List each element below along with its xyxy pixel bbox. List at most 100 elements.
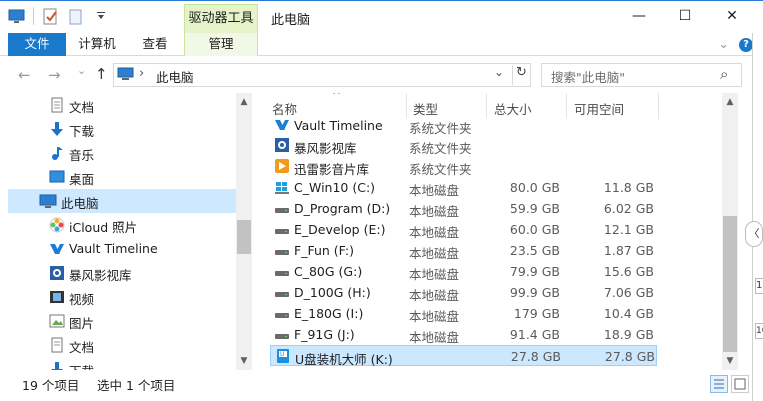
search-input[interactable]: 搜索"此电脑" — [551, 67, 625, 86]
nav-scrollbar-thumb[interactable] — [237, 220, 251, 254]
drive-icon — [274, 305, 290, 321]
item-free-space: 7.06 GB — [603, 285, 654, 300]
nav-item-label: 下载 — [69, 124, 95, 139]
item-free-space: 18.9 GB — [603, 327, 654, 342]
recent-locations-dropdown[interactable]: ⌄ — [77, 64, 86, 77]
nav-item-icloud-photos[interactable]: iCloud 照片 — [8, 213, 236, 237]
path-separator-icon[interactable]: › — [139, 66, 144, 81]
maximize-button[interactable]: ☐ — [662, 1, 708, 31]
item-name: D_Program (D:) — [294, 201, 391, 216]
svg-text:U: U — [280, 351, 284, 358]
item-name: E_Develop (E:) — [294, 222, 386, 237]
list-item[interactable]: Vault Timeline 系统文件夹 — [270, 115, 657, 136]
background-field: 1 — [755, 278, 763, 294]
item-free-space: 27.8 GB — [604, 349, 655, 364]
list-item[interactable]: D_Program (D:) 本地磁盘 59.9 GB 6.02 GB — [270, 198, 657, 219]
nav-item-label: 音乐 — [69, 148, 95, 163]
navigation-pane: 文档 下载 音乐 桌面 此电脑 iCloud 照片 Vault Timeline… — [8, 93, 252, 370]
list-item[interactable]: F_91G (J:) 本地磁盘 91.4 GB 18.9 GB — [270, 324, 657, 345]
item-name: 暴风影视库 — [294, 141, 357, 156]
list-item[interactable]: C_80G (G:) 本地磁盘 79.9 GB 15.6 GB — [270, 261, 657, 282]
item-name: 迅雷影音片库 — [294, 162, 370, 177]
nav-item-documents[interactable]: 文档 — [8, 333, 236, 357]
item-name: F_Fun (F:) — [294, 243, 354, 258]
address-path[interactable]: 此电脑 — [156, 67, 194, 86]
drive-icon — [274, 242, 290, 258]
item-free-space: 11.8 GB — [603, 180, 654, 195]
item-type: 系统文件夹 — [409, 141, 472, 156]
nav-item-downloads[interactable]: 下载 — [8, 357, 236, 370]
title-bar: 驱动器工具 此电脑 — ☐ ✕ — [0, 0, 763, 34]
background-window-edge: 〈 1 10 — [745, 33, 763, 401]
item-free-space: 15.6 GB — [603, 264, 654, 279]
drive-icon — [274, 263, 290, 279]
tab-manage[interactable]: 管理 — [184, 33, 258, 56]
list-item[interactable]: 迅雷影音片库 系统文件夹 — [270, 156, 657, 177]
nav-item-downloads[interactable]: 下载 — [8, 117, 236, 141]
windows-drive-icon — [274, 179, 290, 195]
nav-item-label: 此电脑 — [61, 196, 99, 211]
music-icon — [49, 145, 65, 161]
sort-ascending-icon: ^ — [332, 93, 342, 102]
help-icon[interactable]: ? — [739, 37, 753, 52]
large-icons-view-button[interactable] — [731, 375, 749, 393]
forward-button[interactable]: → — [48, 66, 61, 84]
nav-item-label: 图片 — [69, 316, 95, 331]
nav-item-videos[interactable]: 视频 — [8, 285, 236, 309]
search-icon[interactable]: ⌕ — [720, 65, 728, 83]
details-view-button[interactable] — [710, 375, 728, 393]
back-button[interactable]: ← — [18, 66, 31, 84]
item-type: 本地磁盘 — [409, 267, 460, 282]
baofeng-library-icon — [274, 137, 290, 153]
vault-timeline-icon — [274, 117, 290, 133]
close-button[interactable]: ✕ — [709, 1, 755, 31]
context-tab-drive-tools: 驱动器工具 — [184, 4, 258, 34]
documents-icon — [49, 337, 65, 353]
list-item[interactable]: 暴风影视库 系统文件夹 — [270, 135, 657, 156]
expand-ribbon-icon[interactable]: ⌄ — [718, 37, 729, 52]
nav-item-baofeng-library[interactable]: 暴风影视库 — [8, 261, 236, 285]
properties-icon[interactable] — [42, 8, 59, 25]
tab-computer[interactable]: 计算机 — [70, 33, 124, 56]
scroll-down-icon[interactable]: ▼ — [236, 356, 252, 366]
this-pc-icon[interactable] — [8, 8, 25, 25]
minimize-button[interactable]: — — [616, 1, 662, 31]
item-total-size: 27.8 GB — [510, 349, 561, 364]
drive-icon — [274, 284, 290, 300]
drive-icon — [274, 326, 290, 342]
nav-item-pictures[interactable]: 图片 — [8, 309, 236, 333]
refresh-button[interactable]: ↻ — [512, 65, 530, 85]
item-total-size: 79.9 GB — [509, 264, 560, 279]
quick-access-toolbar — [8, 7, 109, 25]
list-item[interactable]: F_Fun (F:) 本地磁盘 23.5 GB 1.87 GB — [270, 240, 657, 261]
tab-view[interactable]: 查看 — [128, 33, 182, 56]
drive-icon — [274, 200, 290, 216]
scroll-up-icon[interactable]: ▲ — [722, 97, 738, 107]
list-item[interactable]: E_Develop (E:) 本地磁盘 60.0 GB 12.1 GB — [270, 219, 657, 240]
up-button[interactable]: ↑ — [95, 65, 108, 83]
item-name: C_80G (G:) — [294, 264, 363, 279]
nav-item-music[interactable]: 音乐 — [8, 141, 236, 165]
nav-item-this-pc[interactable]: 此电脑 — [8, 189, 236, 213]
customize-toolbar-icon[interactable] — [92, 8, 109, 25]
list-item[interactable]: E_180G (I:) 本地磁盘 179 GB 10.4 GB — [270, 303, 657, 324]
nav-item-desktop[interactable]: 桌面 — [8, 165, 236, 189]
tab-file[interactable]: 文件 — [8, 33, 66, 56]
scroll-up-icon[interactable]: ▲ — [236, 97, 252, 107]
new-folder-icon[interactable] — [67, 8, 84, 25]
nav-item-vault-timeline[interactable]: Vault Timeline — [8, 237, 236, 261]
downloads-icon — [49, 121, 65, 137]
list-item[interactable]: C_Win10 (C:) 本地磁盘 80.0 GB 11.8 GB — [270, 177, 657, 198]
nav-item-documents[interactable]: 文档 — [8, 93, 236, 117]
item-type: 本地磁盘 — [409, 309, 460, 324]
list-item-selected[interactable]: U U盘装机大师 (K:) 27.8 GB 27.8 GB — [270, 345, 657, 367]
content-scrollbar-thumb[interactable] — [723, 216, 737, 352]
vault-timeline-icon — [49, 241, 65, 257]
expand-pane-icon[interactable]: 〈 — [745, 221, 763, 247]
list-item[interactable]: D_100G (H:) 本地磁盘 99.9 GB 7.06 GB — [270, 282, 657, 303]
address-dropdown-icon[interactable]: ⌄ — [494, 65, 504, 79]
drive-icon — [274, 221, 290, 237]
scroll-down-icon[interactable]: ▼ — [722, 356, 738, 366]
item-type: 本地磁盘 — [409, 288, 460, 303]
column-divider[interactable] — [658, 93, 659, 119]
